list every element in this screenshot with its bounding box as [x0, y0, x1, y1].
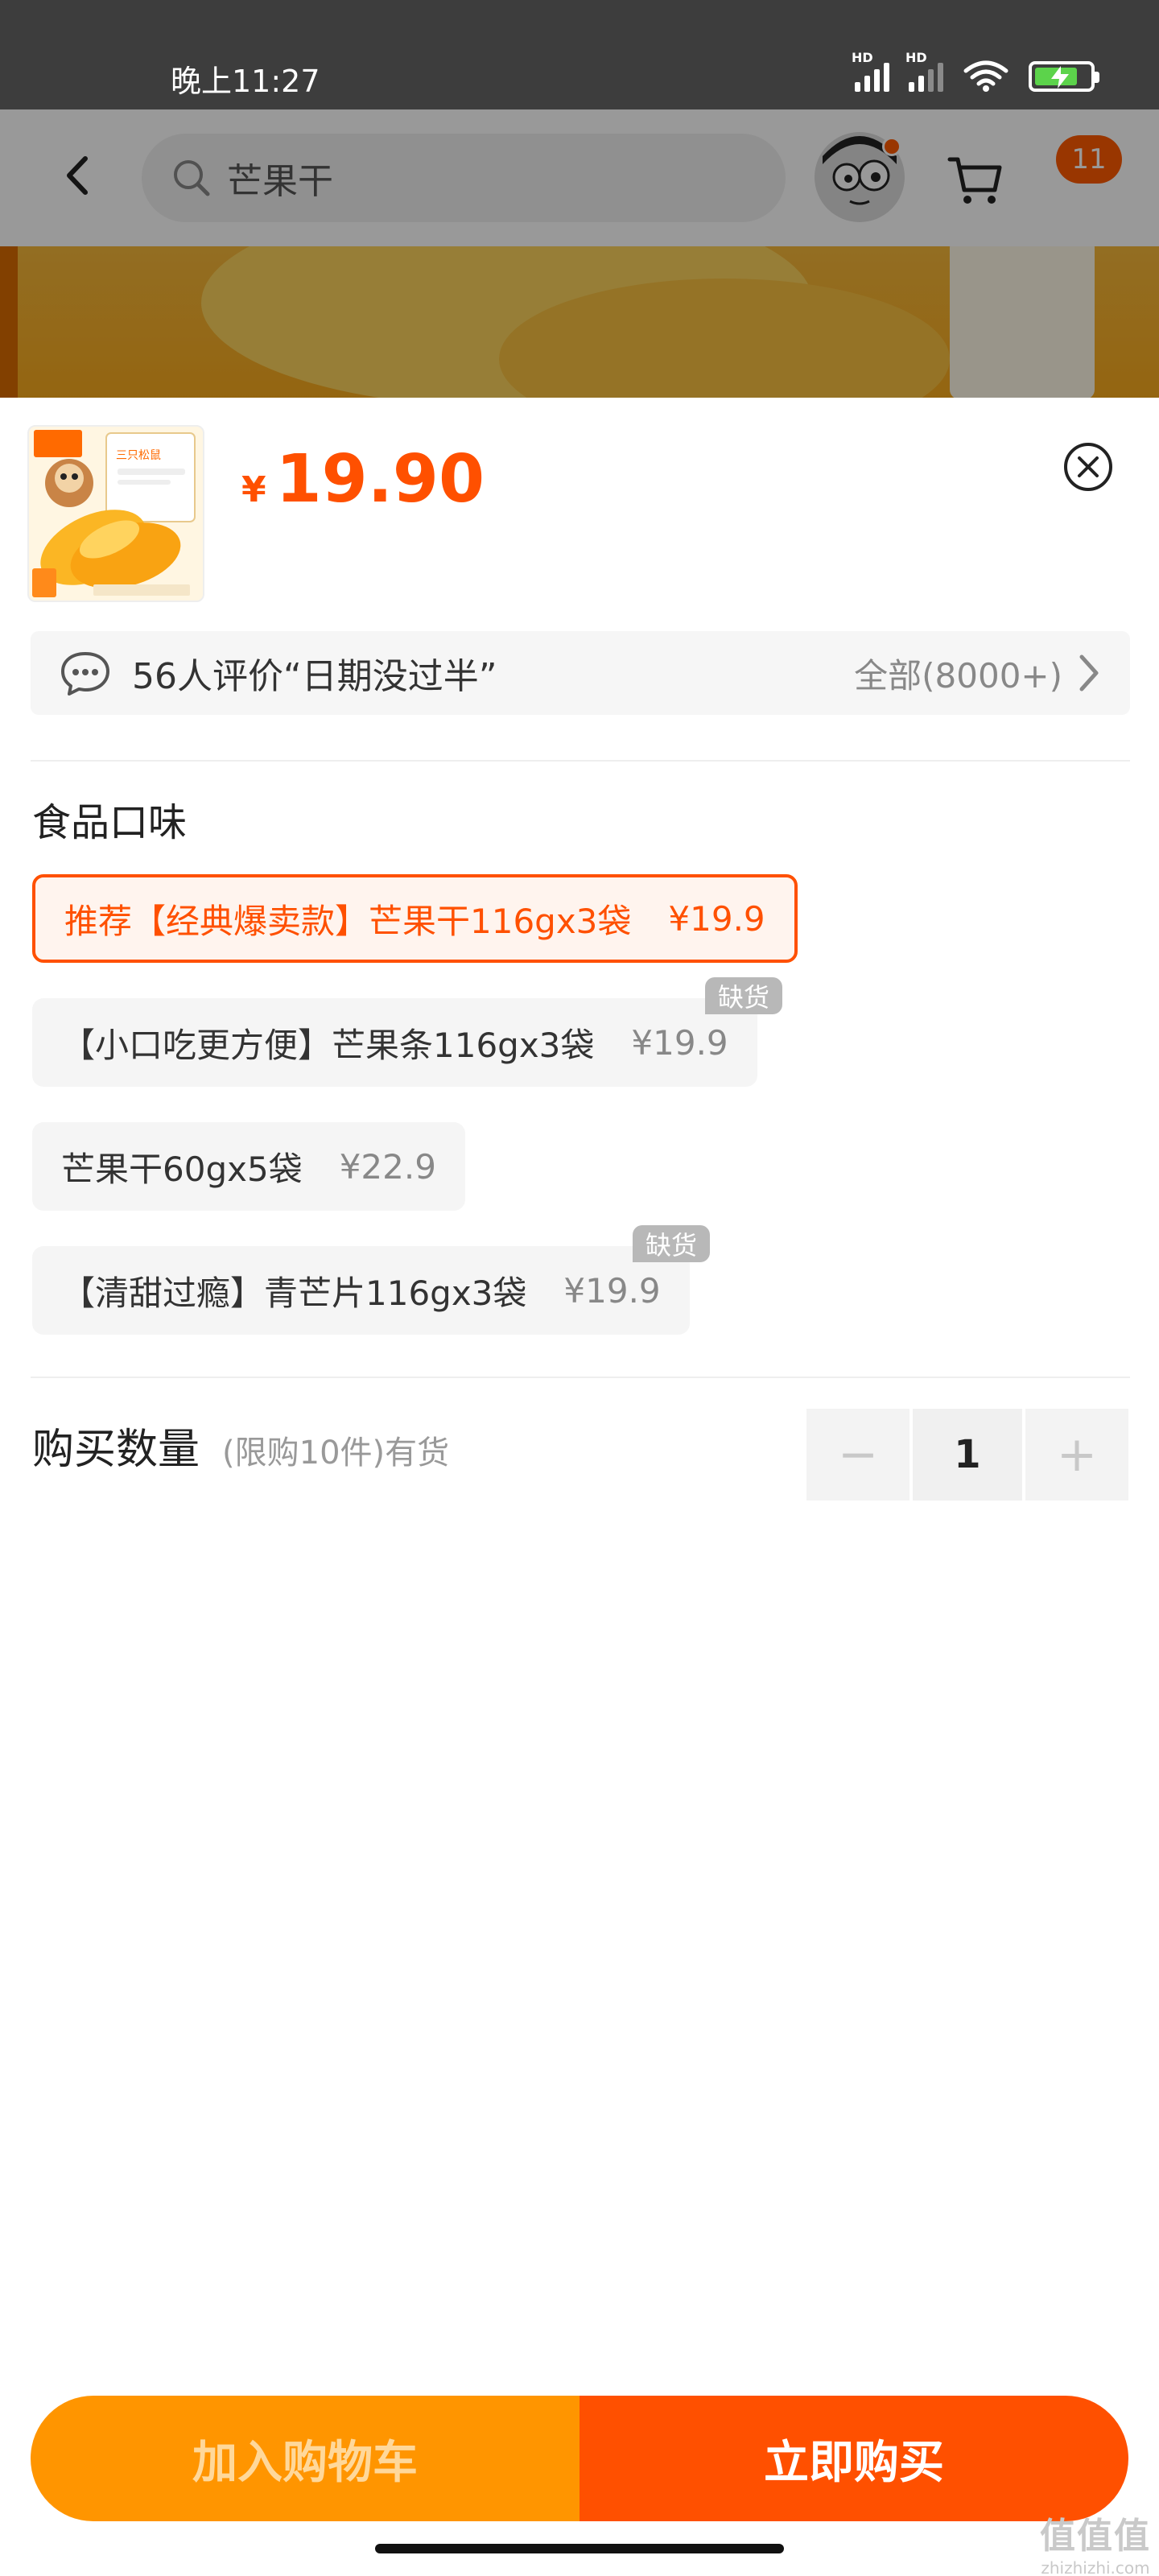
home-indicator[interactable] — [375, 2544, 784, 2553]
price-display: ¥ 19.90 — [241, 441, 485, 518]
status-icons: HD HD — [852, 50, 1099, 92]
flavor-section-title: 食品口味 — [32, 800, 188, 845]
out-of-stock-badge: 缺货 — [633, 1225, 711, 1262]
option-label: 【小口吃更方便】芒果条116gx3袋 — [61, 1025, 595, 1065]
signal-icon: HD — [852, 50, 889, 92]
wifi-icon — [963, 60, 1008, 92]
quantity-row: 购买数量 (限购10件)有货 — [32, 1415, 449, 1476]
mango-product-image: 三只松鼠 — [29, 427, 203, 601]
hd-label: HD — [852, 50, 873, 65]
flavor-option-1[interactable]: 推荐【经典爆卖款】芒果干116gx3袋 ¥19.9 — [32, 874, 798, 963]
increment-button[interactable]: + — [1025, 1409, 1128, 1501]
option-label: 推荐【经典爆卖款】芒果干116gx3袋 — [64, 901, 632, 941]
watermark: 值值值 zhizhizhi.com — [1035, 2507, 1156, 2576]
add-to-cart-button[interactable]: 加入购物车 — [31, 2396, 580, 2521]
divider — [31, 1377, 1130, 1378]
option-label: 芒果干60gx5袋 — [61, 1149, 303, 1189]
battery-icon — [1029, 61, 1099, 92]
close-button[interactable] — [1062, 441, 1114, 493]
watermark-logo: 值值值 — [1040, 2516, 1151, 2557]
chevron-right-icon — [1079, 654, 1099, 691]
status-bar: 晚上11:27 HD HD — [0, 0, 1159, 109]
quantity-stepper: − 1 + — [806, 1409, 1128, 1501]
buy-now-button[interactable]: 立即购买 — [580, 2396, 1128, 2521]
chat-bubble-icon — [61, 652, 109, 696]
product-thumbnail[interactable]: 三只松鼠 — [27, 425, 204, 602]
currency-symbol: ¥ — [241, 469, 266, 510]
out-of-stock-badge: 缺货 — [705, 977, 783, 1014]
signal-icon-2: HD — [905, 50, 943, 92]
dim-overlay[interactable] — [0, 109, 1159, 399]
quantity-value[interactable]: 1 — [913, 1409, 1022, 1501]
watermark-url: zhizhizhi.com — [1041, 2558, 1150, 2576]
option-price: ¥19.9 — [631, 1022, 728, 1063]
review-all-link[interactable]: 全部(8000+) — [854, 649, 1062, 698]
quantity-limit-note: (限购10件)有货 — [222, 1435, 450, 1472]
option-price: ¥22.9 — [339, 1146, 436, 1187]
review-summary-bar[interactable]: 56人评价“日期没过半” 全部(8000+) — [31, 631, 1130, 715]
divider — [31, 760, 1130, 762]
review-highlight-text: 56人评价“日期没过半” — [132, 656, 497, 697]
action-bar: 加入购物车 立即购买 — [31, 2396, 1128, 2521]
close-icon — [1064, 443, 1112, 491]
flavor-option-4[interactable]: 【清甜过瘾】青芒片116gx3袋 ¥19.9 — [32, 1246, 690, 1335]
quantity-label: 购买数量 — [32, 1426, 200, 1474]
flavor-option-3[interactable]: 芒果干60gx5袋 ¥22.9 — [32, 1122, 465, 1211]
decrement-button[interactable]: − — [806, 1409, 909, 1501]
sku-selector-sheet: 三只松鼠 ¥ 19.90 56人评价“日期没过半” 全部(8000+) 食品口味… — [0, 398, 1159, 2576]
brand-text: 三只松鼠 — [116, 449, 161, 462]
option-label: 【清甜过瘾】青芒片116gx3袋 — [61, 1273, 527, 1313]
price-amount: 19.90 — [275, 441, 485, 518]
flavor-option-2[interactable]: 【小口吃更方便】芒果条116gx3袋 ¥19.9 — [32, 998, 757, 1087]
status-time: 晚上11:27 — [171, 64, 320, 99]
option-price: ¥19.9 — [668, 898, 765, 939]
option-price: ¥19.9 — [563, 1270, 661, 1311]
hd-label-2: HD — [905, 50, 927, 65]
